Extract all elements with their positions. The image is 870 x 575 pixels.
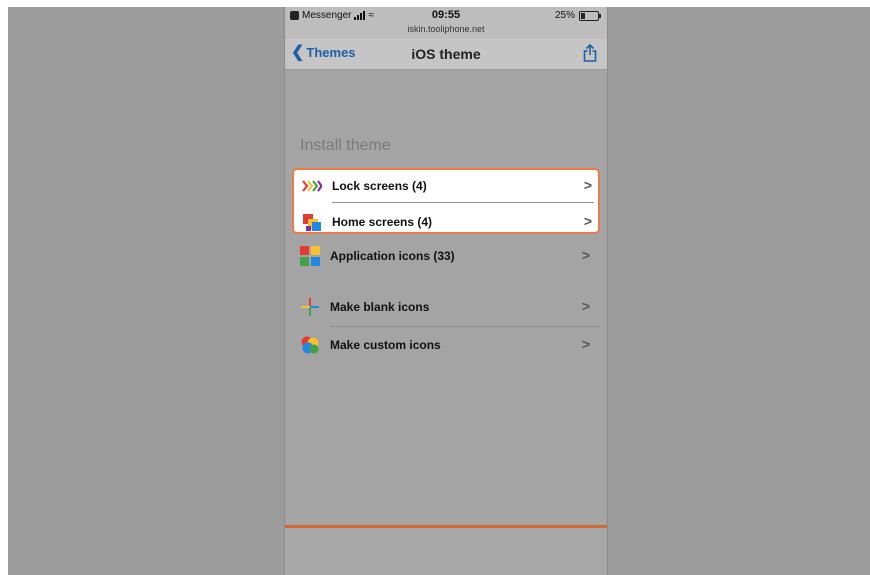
chevron-right-icon: >	[581, 247, 590, 263]
status-right: 25%	[554, 10, 601, 21]
highlighted-menu-group: Lock screens (4) > Home screens (4) >	[292, 168, 600, 234]
chevron-right-icon: >	[583, 177, 592, 193]
make-custom-icons-icon	[300, 335, 320, 355]
menu-group-make-icons: Make blank icons > Make custom icons >	[292, 289, 600, 363]
menu-item-label: Make blank icons	[330, 300, 430, 314]
menu-item-home-screens[interactable]: Home screens (4) >	[294, 204, 602, 240]
battery-percent: 25%	[554, 10, 575, 21]
menu-item-make-custom-icons[interactable]: Make custom icons >	[292, 327, 600, 363]
chevron-right-icon: >	[583, 213, 592, 229]
menu-item-label: Home screens (4)	[332, 215, 433, 229]
bottom-toolbar	[285, 528, 607, 575]
menu-item-label: Make custom icons	[330, 338, 441, 352]
status-bar: Messenger ≈ 09:55 iskin.tooliphone.net 2…	[285, 7, 607, 39]
menu-item-make-blank-icons[interactable]: Make blank icons >	[292, 289, 600, 325]
page-url: iskin.tooliphone.net	[407, 24, 485, 34]
home-screens-icon	[302, 212, 322, 232]
share-button[interactable]	[583, 43, 597, 67]
menu-group-application: Application icons (33) >	[292, 238, 600, 274]
chevron-right-icon: >	[581, 336, 590, 352]
menu-item-label: Lock screens (4)	[332, 179, 427, 193]
lock-screens-icon	[302, 176, 323, 196]
screenshot-frame: Messenger ≈ 09:55 iskin.tooliphone.net 2…	[8, 7, 870, 575]
page-title: iOS theme	[411, 46, 481, 62]
menu-item-label: Application icons (33)	[330, 249, 455, 263]
menu-item-lock-screens[interactable]: Lock screens (4) >	[294, 168, 602, 204]
divider	[332, 202, 594, 203]
section-title: Install theme	[300, 137, 391, 154]
menu-item-application-icons[interactable]: Application icons (33) >	[292, 238, 600, 274]
chevron-right-icon: >	[581, 298, 590, 314]
share-icon	[583, 43, 597, 62]
make-blank-icons-icon	[300, 297, 320, 317]
battery-icon	[579, 10, 601, 21]
navigation-bar: ❮ Themes iOS theme	[285, 39, 607, 70]
application-icons-icon	[300, 246, 320, 266]
phone-screen: Messenger ≈ 09:55 iskin.tooliphone.net 2…	[284, 7, 608, 575]
